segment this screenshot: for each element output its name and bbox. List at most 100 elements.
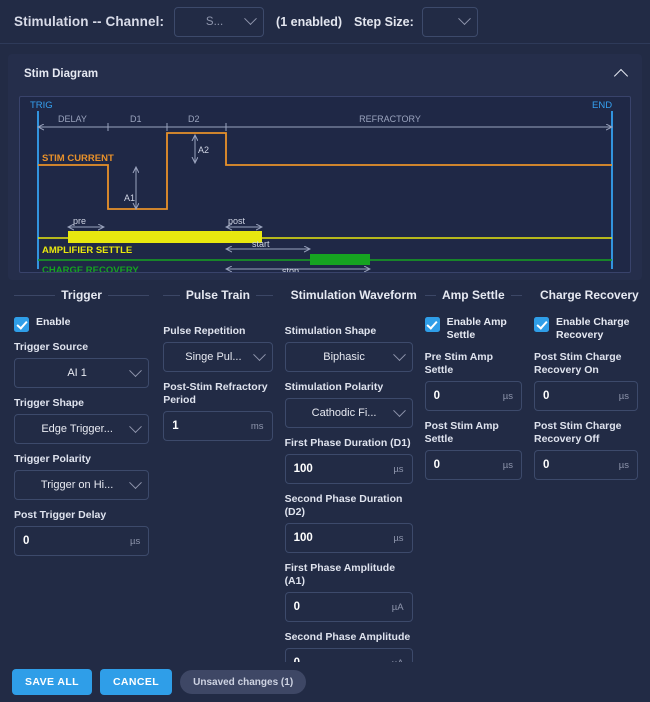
divider xyxy=(256,295,273,296)
pulse-repetition-select[interactable]: Singe Pul... xyxy=(163,342,272,372)
post-stim-amp-settle-input[interactable]: 0 µs xyxy=(425,450,522,480)
stimulation-polarity-select[interactable]: Cathodic Fi... xyxy=(285,398,413,428)
unsaved-changes-badge: Unsaved changes (1) xyxy=(180,670,306,694)
post-trigger-delay-value: 0 xyxy=(23,535,130,547)
post-stim-amp-settle-label: Post Stim Amp Settle xyxy=(425,420,522,446)
trigger-shape-select[interactable]: Edge Trigger... xyxy=(14,414,149,444)
diagram-label-end: END xyxy=(592,100,612,111)
save-all-button[interactable]: SAVE ALL xyxy=(12,669,92,695)
divider xyxy=(108,295,149,296)
pre-stim-amp-settle-input[interactable]: 0 µs xyxy=(425,381,522,411)
trigger-source-value: AI 1 xyxy=(23,367,131,379)
amp-settle-enable-label: Enable Amp Settle xyxy=(447,316,522,342)
charge-recovery-on-label: Post Stim Charge Recovery On xyxy=(534,351,638,377)
diagram-label-charge-recovery: CHARGE RECOVERY xyxy=(42,265,139,273)
trigger-enable-label: Enable xyxy=(36,316,70,329)
amp-settle-enable-row[interactable]: Enable Amp Settle xyxy=(425,316,522,342)
stim-diagram-title: Stim Diagram xyxy=(24,68,98,80)
diagram-label-d2: D2 xyxy=(188,114,200,124)
first-phase-duration-value: 100 xyxy=(294,463,394,475)
diagram-label-amplifier-settle: AMPLIFIER SETTLE xyxy=(42,245,132,256)
chevron-down-icon xyxy=(458,12,471,25)
chevron-down-icon xyxy=(129,364,142,377)
diagram-label-stim-current: STIM CURRENT xyxy=(42,153,114,164)
diagram-label-trig: TRIG xyxy=(30,100,53,111)
column-charge-recovery: Charge Recovery Enable Charge Recovery P… xyxy=(528,284,644,678)
divider xyxy=(511,295,522,296)
second-phase-duration-input[interactable]: 100 µs xyxy=(285,523,413,553)
diagram-label-pre: pre xyxy=(73,216,86,226)
diagram-label-start: start xyxy=(252,239,270,249)
pulse-repetition-label: Pulse Repetition xyxy=(163,325,272,338)
first-phase-amplitude-input[interactable]: 0 µA xyxy=(285,592,413,622)
charge-recovery-enable-checkbox[interactable] xyxy=(534,317,549,332)
stimulation-header: Stimulation -- Channel: S... (1 enabled)… xyxy=(0,0,650,44)
trigger-shape-label: Trigger Shape xyxy=(14,397,149,410)
diagram-label-post: post xyxy=(228,216,246,226)
column-header-pulse-train: Pulse Train xyxy=(163,284,272,306)
divider xyxy=(425,295,436,296)
step-size-select[interactable] xyxy=(422,7,478,37)
unit-label: µs xyxy=(130,536,140,547)
diagram-label-refractory: REFRACTORY xyxy=(359,114,421,124)
trigger-source-select[interactable]: AI 1 xyxy=(14,358,149,388)
unit-label: µs xyxy=(393,464,403,475)
second-phase-amplitude-label: Second Phase Amplitude xyxy=(285,631,413,644)
trigger-shape-value: Edge Trigger... xyxy=(23,423,131,435)
chevron-down-icon xyxy=(129,476,142,489)
chevron-up-icon[interactable] xyxy=(614,69,628,83)
unit-label: µs xyxy=(503,460,513,471)
charge-recovery-enable-label: Enable Charge Recovery xyxy=(556,316,638,342)
diagram-label-delay: DELAY xyxy=(58,114,87,124)
unit-label: µs xyxy=(619,391,629,402)
post-stim-refractory-label: Post-Stim Refractory Period xyxy=(163,381,272,407)
column-title: Stimulation Waveform xyxy=(291,288,417,302)
charge-recovery-off-input[interactable]: 0 µs xyxy=(534,450,638,480)
post-stim-refractory-input[interactable]: 1 ms xyxy=(163,411,272,441)
column-stimulation-waveform: Stimulation Waveform Stimulation Shape B… xyxy=(279,284,419,678)
first-phase-amplitude-label: First Phase Amplitude (A1) xyxy=(285,562,413,588)
trigger-enable-row[interactable]: Enable xyxy=(14,316,149,332)
diagram-label-d1: D1 xyxy=(130,114,142,124)
column-pulse-train: Pulse Train Pulse Repetition Singe Pul..… xyxy=(157,284,278,678)
column-title: Pulse Train xyxy=(186,288,250,302)
unit-label: µs xyxy=(503,391,513,402)
pre-stim-amp-settle-label: Pre Stim Amp Settle xyxy=(425,351,522,377)
stimulation-polarity-value: Cathodic Fi... xyxy=(294,407,395,419)
charge-recovery-on-value: 0 xyxy=(543,390,619,402)
charge-recovery-on-input[interactable]: 0 µs xyxy=(534,381,638,411)
amplifier-settle-bar xyxy=(68,231,262,243)
column-amp-settle: Amp Settle Enable Amp Settle Pre Stim Am… xyxy=(419,284,528,678)
cancel-button[interactable]: CANCEL xyxy=(100,669,172,695)
column-title: Amp Settle xyxy=(442,288,505,302)
post-trigger-delay-input[interactable]: 0 µs xyxy=(14,526,149,556)
channel-select[interactable]: S... xyxy=(174,7,264,37)
trigger-source-label: Trigger Source xyxy=(14,341,149,354)
column-header-charge-recovery: Charge Recovery xyxy=(534,284,638,306)
action-bar: SAVE ALL CANCEL Unsaved changes (1) xyxy=(0,662,650,702)
first-phase-duration-input[interactable]: 100 µs xyxy=(285,454,413,484)
trigger-enable-checkbox[interactable] xyxy=(14,317,29,332)
post-trigger-delay-label: Post Trigger Delay xyxy=(14,509,149,522)
column-header-stimulation-waveform: Stimulation Waveform xyxy=(285,284,413,306)
stim-diagram-header[interactable]: Stim Diagram xyxy=(8,54,642,94)
diagram-label-stop: stop xyxy=(282,266,299,273)
post-stim-amp-settle-value: 0 xyxy=(434,459,503,471)
column-header-amp-settle: Amp Settle xyxy=(425,284,522,306)
trigger-polarity-value: Trigger on Hi... xyxy=(23,479,131,491)
chevron-down-icon xyxy=(129,420,142,433)
pre-stim-amp-settle-value: 0 xyxy=(434,390,503,402)
unit-label: µA xyxy=(392,602,404,613)
chevron-down-icon xyxy=(393,404,406,417)
stim-diagram-card: Stim Diagram TRIG END DELAY D xyxy=(8,54,642,280)
stimulation-polarity-label: Stimulation Polarity xyxy=(285,381,413,394)
step-size-label: Step Size: xyxy=(354,15,414,29)
stimulation-shape-label: Stimulation Shape xyxy=(285,325,413,338)
charge-recovery-off-label: Post Stim Charge Recovery Off xyxy=(534,420,638,446)
stimulation-shape-select[interactable]: Biphasic xyxy=(285,342,413,372)
charge-recovery-enable-row[interactable]: Enable Charge Recovery xyxy=(534,316,638,342)
column-title: Charge Recovery xyxy=(540,288,639,302)
trigger-polarity-select[interactable]: Trigger on Hi... xyxy=(14,470,149,500)
column-trigger: Trigger Enable Trigger Source AI 1 Trigg… xyxy=(6,284,157,678)
amp-settle-enable-checkbox[interactable] xyxy=(425,317,440,332)
